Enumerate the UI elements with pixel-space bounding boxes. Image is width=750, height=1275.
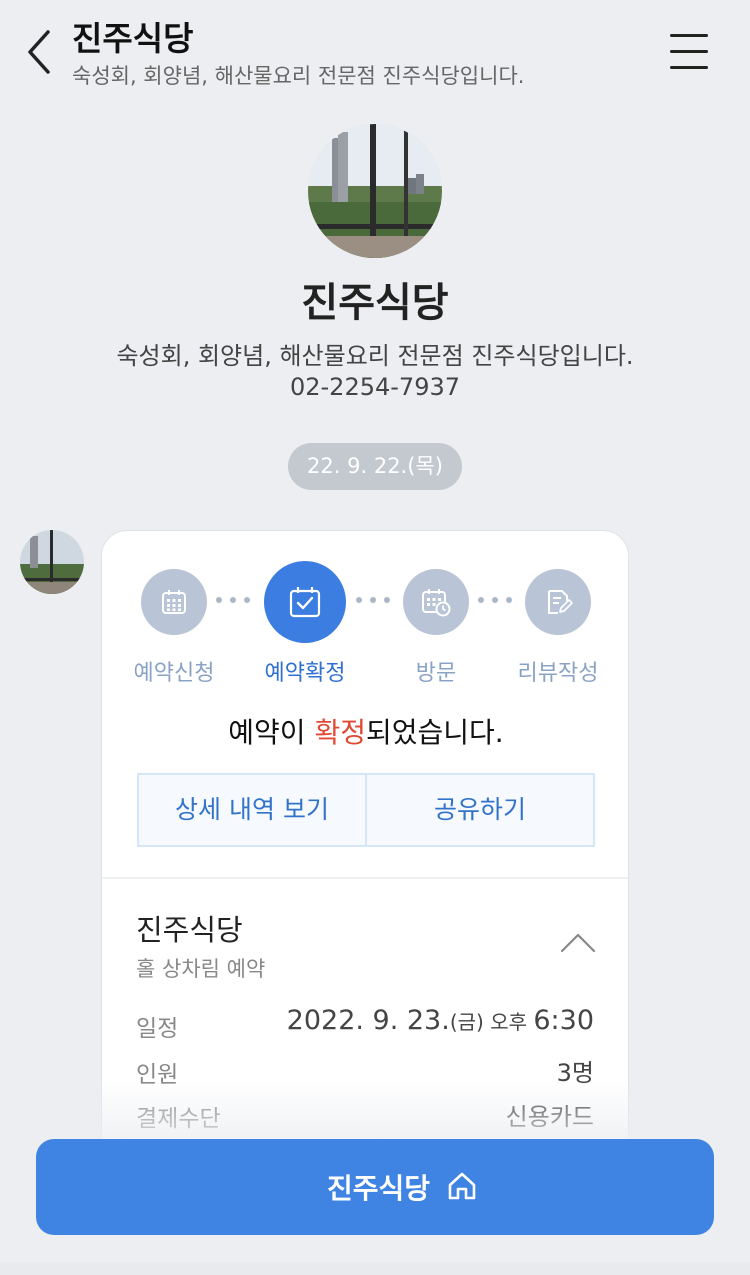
step-label-confirmed: 예약확정	[264, 661, 346, 686]
payment-label: 결제수단	[136, 1106, 221, 1132]
profile-phone[interactable]: 02-2254-7937	[0, 373, 750, 401]
date-divider: 22. 9. 22.(목)	[288, 443, 462, 490]
menu-icon[interactable]	[670, 32, 710, 72]
step-connector	[478, 597, 518, 605]
step-connector	[216, 597, 256, 605]
schedule-day: (금)	[449, 1010, 484, 1034]
reservation-type: 홀 상차림 예약	[136, 957, 266, 981]
edit-note-icon	[548, 590, 573, 614]
step-label-visit: 방문	[415, 661, 457, 686]
card-divider	[102, 877, 628, 879]
restaurant-name: 진주식당	[136, 913, 243, 947]
people-value: 3명	[556, 1059, 594, 1087]
status-message: 예약이 확정되었습니다.	[102, 711, 628, 751]
home-icon	[448, 1172, 476, 1200]
status-suffix: 되었습니다.	[366, 716, 504, 749]
step-label-review: 리뷰작성	[517, 661, 599, 686]
schedule-date: 2022. 9. 23.	[286, 1005, 450, 1036]
chevron-up-icon[interactable]	[558, 929, 598, 955]
page-subtitle: 숙성회, 회양념, 해산물요리 전문점 진주식당입니다.	[72, 64, 525, 88]
step-reservation-confirmed	[264, 561, 346, 643]
schedule-label: 일정	[136, 1016, 179, 1042]
step-label-request: 예약신청	[133, 661, 215, 686]
profile-description: 숙성회, 회양념, 해산물요리 전문점 진주식당입니다.	[116, 342, 634, 370]
step-write-review	[525, 569, 591, 635]
schedule-value: 2022. 9. 23.(금) 오후 6:30	[287, 1005, 594, 1036]
avatar[interactable]	[20, 530, 84, 594]
schedule-time: 6:30	[533, 1005, 594, 1036]
status-highlight: 확정	[314, 716, 366, 749]
reservation-card: 예약신청 예약확정 방문 리뷰작성 예약이 확정되었습니다. 상세 내역 보기 …	[101, 530, 629, 1230]
top-bar: 진주식당 숙성회, 회양념, 해산물요리 전문점 진주식당입니다.	[0, 0, 750, 110]
step-visit	[403, 569, 469, 635]
step-reservation-request	[141, 569, 207, 635]
profile-image[interactable]	[308, 124, 442, 258]
step-connector	[356, 597, 396, 605]
store-home-button[interactable]: 진주식당	[36, 1139, 714, 1235]
calendar-check-icon	[289, 587, 321, 618]
share-button[interactable]: 공유하기	[367, 775, 593, 845]
store-home-label: 진주식당	[326, 1172, 430, 1205]
action-buttons: 상세 내역 보기 공유하기	[137, 773, 595, 847]
bottom-safe-area	[0, 1262, 750, 1275]
people-label: 인원	[136, 1062, 179, 1088]
page-title: 진주식당	[72, 19, 194, 58]
schedule-ampm: 오후	[483, 1010, 534, 1034]
profile-name: 진주식당	[301, 280, 449, 326]
back-icon[interactable]	[22, 26, 62, 78]
status-prefix: 예약이	[228, 716, 315, 749]
view-details-button[interactable]: 상세 내역 보기	[139, 775, 365, 845]
calendar-clock-icon	[422, 589, 451, 617]
calendar-icon	[162, 590, 186, 614]
payment-value: 신용카드	[505, 1103, 594, 1131]
